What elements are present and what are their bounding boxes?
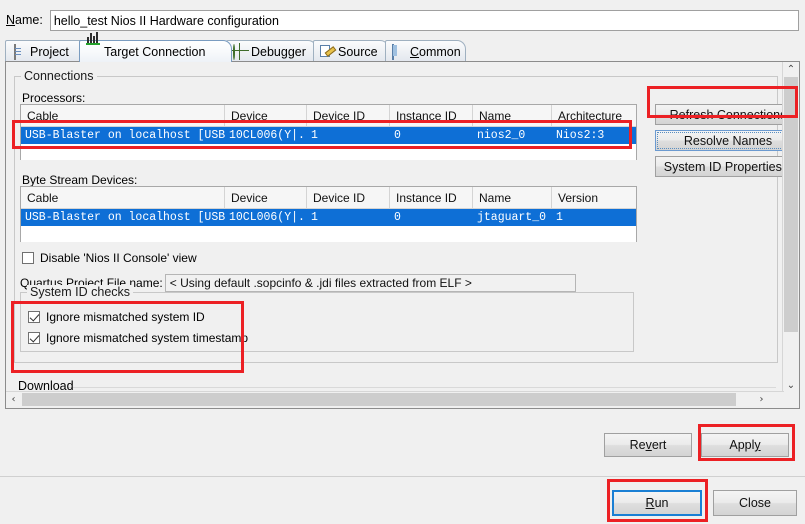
footer-divider	[0, 476, 805, 477]
quartus-project-file-input[interactable]: < Using default .sopcinfo & .jdi files e…	[164, 274, 576, 292]
table-row[interactable]: USB-Blaster on localhost [USB-0] 10CL006…	[21, 209, 636, 226]
tab-source[interactable]: Source	[313, 40, 389, 62]
run-button[interactable]: Run	[612, 490, 702, 516]
run-configuration-dialog: Name: hello_test Nios II Hardware config…	[0, 0, 805, 524]
cell-instance-id: 0	[394, 129, 401, 142]
run-label: Run	[645, 496, 669, 510]
target-connection-panel: Connections Processors: Cable Device Dev…	[5, 61, 800, 409]
cell-instance-id: 0	[394, 211, 401, 224]
table-empty-area[interactable]	[21, 226, 636, 242]
tab-label: Target Connection	[104, 44, 206, 59]
system-id-properties-button[interactable]: System ID Properties...	[655, 156, 799, 177]
cell-cable: USB-Blaster on localhost [USB-0]	[25, 129, 225, 142]
cell-device: 10CL006(Y|...	[229, 129, 307, 142]
column-header[interactable]: Version	[552, 187, 636, 208]
name-row: Name: hello_test Nios II Hardware config…	[0, 8, 805, 32]
byte-stream-table-header: Cable Device Device ID Instance ID Name …	[21, 187, 636, 209]
processors-table[interactable]: Cable Device Device ID Instance ID Name …	[20, 104, 637, 160]
bug-icon	[233, 43, 247, 60]
table-row[interactable]: USB-Blaster on localhost [USB-0] 10CL006…	[21, 127, 636, 144]
cell-name: jtaguart_0	[477, 211, 547, 224]
checkbox-box[interactable]	[28, 332, 40, 344]
apply-label: Apply	[729, 438, 761, 452]
tab-label: Project	[30, 44, 69, 59]
scroll-down-arrow[interactable]: ⌄	[783, 378, 799, 393]
download-group-line	[68, 387, 776, 388]
bar-chart-icon	[86, 31, 100, 59]
tab-label: Debugger	[251, 44, 306, 59]
revert-label: Revert	[629, 438, 667, 452]
panel-horizontal-scrollbar[interactable]: ‹ ›	[6, 391, 784, 408]
connections-group-title: Connections	[21, 69, 97, 83]
byte-stream-devices-label: Byte Stream Devices:	[22, 173, 138, 187]
column-header[interactable]: Device ID	[307, 187, 390, 208]
ignore-mismatched-system-timestamp-checkbox[interactable]: Ignore mismatched system timestamp	[28, 331, 248, 345]
apply-button[interactable]: Apply	[701, 433, 789, 457]
revert-button[interactable]: Revert	[604, 433, 692, 457]
table-empty-area[interactable]	[21, 144, 636, 160]
resolve-names-button[interactable]: Resolve Names	[655, 130, 799, 151]
column-header[interactable]: Instance ID	[390, 105, 473, 126]
column-header[interactable]: Device	[225, 187, 307, 208]
tab-label: Source	[338, 44, 378, 59]
cell-version: 1	[556, 211, 563, 224]
column-header[interactable]: Cable	[21, 187, 225, 208]
common-panel-icon	[392, 43, 406, 60]
system-id-checks-title: System ID checks	[27, 285, 134, 299]
checkbox-box[interactable]	[22, 252, 34, 264]
checkbox-label: Disable 'Nios II Console' view	[40, 251, 197, 265]
refresh-connections-button[interactable]: Refresh Connections	[655, 104, 799, 125]
byte-stream-devices-table[interactable]: Cable Device Device ID Instance ID Name …	[20, 186, 637, 242]
cell-name: nios2_0	[477, 129, 526, 142]
configuration-name-input[interactable]: hello_test Nios II Hardware configuratio…	[49, 9, 799, 31]
disable-nios-console-checkbox[interactable]: Disable 'Nios II Console' view	[22, 251, 197, 265]
horizontal-scroll-thumb[interactable]	[22, 393, 736, 406]
panel-content: Connections Processors: Cable Device Dev…	[6, 62, 799, 394]
column-header[interactable]: Device	[225, 105, 307, 126]
cell-cable: USB-Blaster on localhost [USB-0]	[25, 211, 225, 224]
column-header[interactable]: Architecture	[552, 105, 636, 126]
checkbox-label: Ignore mismatched system ID	[46, 310, 205, 324]
scroll-up-arrow[interactable]: ⌃	[783, 62, 799, 77]
source-pencil-icon	[320, 45, 334, 59]
close-button[interactable]: Close	[713, 490, 797, 516]
tab-bar: Project Target Connection Debugger Sourc…	[5, 31, 800, 62]
cell-device-id: 1	[311, 129, 318, 142]
checkbox-box[interactable]	[28, 311, 40, 323]
tab-common[interactable]: Common	[385, 40, 466, 62]
scroll-left-arrow[interactable]: ‹	[6, 392, 21, 407]
tab-target-connection[interactable]: Target Connection	[79, 31, 232, 62]
processors-label: Processors:	[22, 91, 86, 105]
vertical-scroll-thumb[interactable]	[784, 77, 798, 332]
name-label: Name:	[6, 13, 43, 27]
panel-vertical-scrollbar[interactable]: ⌃ ⌄	[782, 62, 799, 408]
tab-debugger[interactable]: Debugger	[226, 40, 317, 62]
column-header[interactable]: Instance ID	[390, 187, 473, 208]
cell-device: 10CL006(Y|...	[229, 211, 307, 224]
column-header[interactable]: Name	[473, 187, 552, 208]
column-header[interactable]: Device ID	[307, 105, 390, 126]
cell-architecture: Nios2:3	[556, 129, 605, 142]
ignore-mismatched-system-id-checkbox[interactable]: Ignore mismatched system ID	[28, 310, 205, 324]
document-icon	[12, 43, 26, 60]
column-header[interactable]: Cable	[21, 105, 225, 126]
checkbox-label: Ignore mismatched system timestamp	[46, 331, 249, 345]
scroll-right-arrow[interactable]: ›	[754, 392, 769, 407]
tab-label-common: Common	[410, 44, 461, 59]
processors-table-header: Cable Device Device ID Instance ID Name …	[21, 105, 636, 127]
cell-device-id: 1	[311, 211, 318, 224]
column-header[interactable]: Name	[473, 105, 552, 126]
